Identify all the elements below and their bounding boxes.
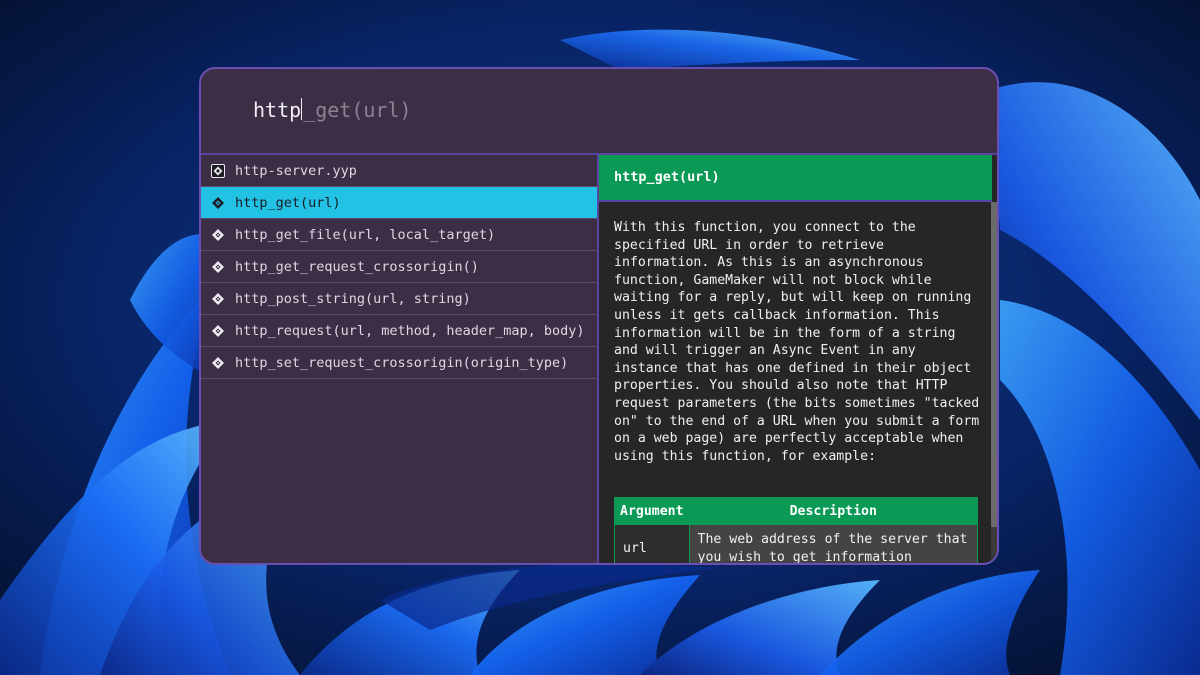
result-label: http_get_file(url, local_target) [235,226,496,243]
result-label: http_request(url, method, header_map, bo… [235,322,585,339]
result-item-http-post-string[interactable]: http_post_string(url, string) [201,283,597,315]
detail-title: http_get(url) [599,155,992,200]
result-label: http_get_request_crossorigin() [235,258,479,275]
function-icon [212,324,224,337]
result-item-http-set-request-crossorigin[interactable]: http_set_request_crossorigin(origin_type… [201,347,597,379]
search-palette-window: http _get(url) http-server.yyp http_get(u… [199,67,999,565]
detail-panel: http_get(url) With this function, you co… [599,155,997,563]
autocomplete-suggestion: _get(url) [303,98,412,122]
function-icon [212,228,224,241]
results-list: http-server.yyp http_get(url) http_get_f… [201,155,599,563]
function-icon [212,356,224,369]
result-label: http_post_string(url, string) [235,290,471,307]
function-icon [212,292,224,305]
table-cell-description: The web address of the server that you w… [688,523,979,563]
scrollbar-thumb[interactable] [991,202,997,527]
result-label: http-server.yyp [235,162,357,179]
search-query: http [253,98,302,122]
table-header-argument: Argument [614,497,690,525]
function-icon [212,260,224,273]
search-bar[interactable]: http _get(url) [201,69,997,155]
table-header-row: Argument Description [614,497,979,525]
arguments-table: Argument Description url The web address… [614,497,979,563]
table-header-description: Description [688,497,979,525]
search-input[interactable]: http _get(url) [253,96,412,124]
result-item-http-server-yyp[interactable]: http-server.yyp [201,155,597,187]
function-icon [212,196,224,209]
result-label: http_get(url) [235,194,341,211]
detail-description: With this function, you connect to the s… [614,220,980,464]
result-label: http_set_request_crossorigin(origin_type… [235,354,569,371]
detail-divider [599,200,992,202]
project-file-icon [211,163,225,178]
result-item-http-get-file[interactable]: http_get_file(url, local_target) [201,219,597,251]
table-row: url The web address of the server that y… [614,523,979,563]
result-item-http-request[interactable]: http_request(url, method, header_map, bo… [201,315,597,347]
result-item-http-get-request-crossorigin[interactable]: http_get_request_crossorigin() [201,251,597,283]
table-cell-argument: url [614,523,690,563]
result-item-http-get[interactable]: http_get(url) [201,187,597,219]
